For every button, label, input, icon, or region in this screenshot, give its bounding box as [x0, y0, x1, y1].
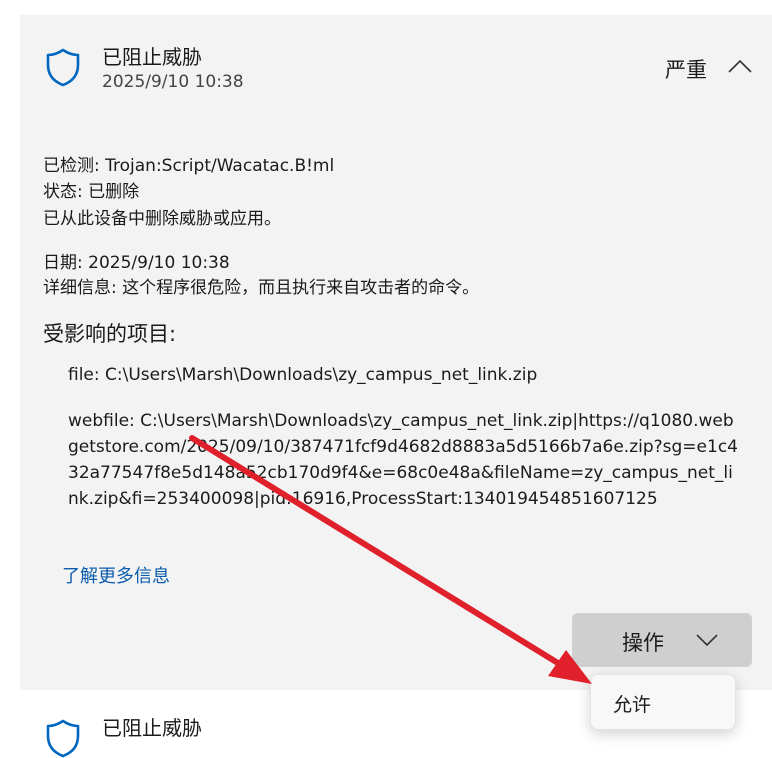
threat-card — [20, 15, 772, 690]
details-line: 详细信息: 这个程序很危险，而且执行来自攻击者的命令。 — [43, 278, 480, 298]
next-threat-title: 已阻止威胁 — [102, 716, 202, 740]
shield-icon — [46, 48, 80, 87]
threat-title: 已阻止威胁 — [102, 45, 202, 69]
shield-icon — [46, 719, 80, 758]
affected-webfile: webfile: C:\Users\Marsh\Downloads\zy_cam… — [68, 411, 738, 509]
actions-menu: 允许 — [590, 674, 736, 730]
severity-label: 严重 — [665, 58, 707, 82]
actions-button-label: 操作 — [622, 631, 664, 655]
threat-datetime: 2025/9/10 10:38 — [102, 72, 244, 92]
chevron-up-icon[interactable] — [726, 57, 754, 77]
menu-item-allow[interactable]: 允许 — [613, 690, 651, 717]
detected-line: 已检测: Trojan:Script/Wacatac.B!ml — [43, 156, 335, 176]
removed-message: 已从此设备中删除威胁或应用。 — [43, 209, 281, 229]
affected-file: file: C:\Users\Marsh\Downloads\zy_campus… — [68, 365, 538, 385]
learn-more-link[interactable]: 了解更多信息 — [62, 562, 170, 588]
actions-button[interactable]: 操作 — [572, 613, 752, 667]
date-line: 日期: 2025/9/10 10:38 — [43, 253, 230, 273]
status-line: 状态: 已删除 — [43, 182, 140, 202]
affected-items-heading: 受影响的项目: — [43, 322, 177, 346]
chevron-down-icon — [696, 634, 718, 647]
